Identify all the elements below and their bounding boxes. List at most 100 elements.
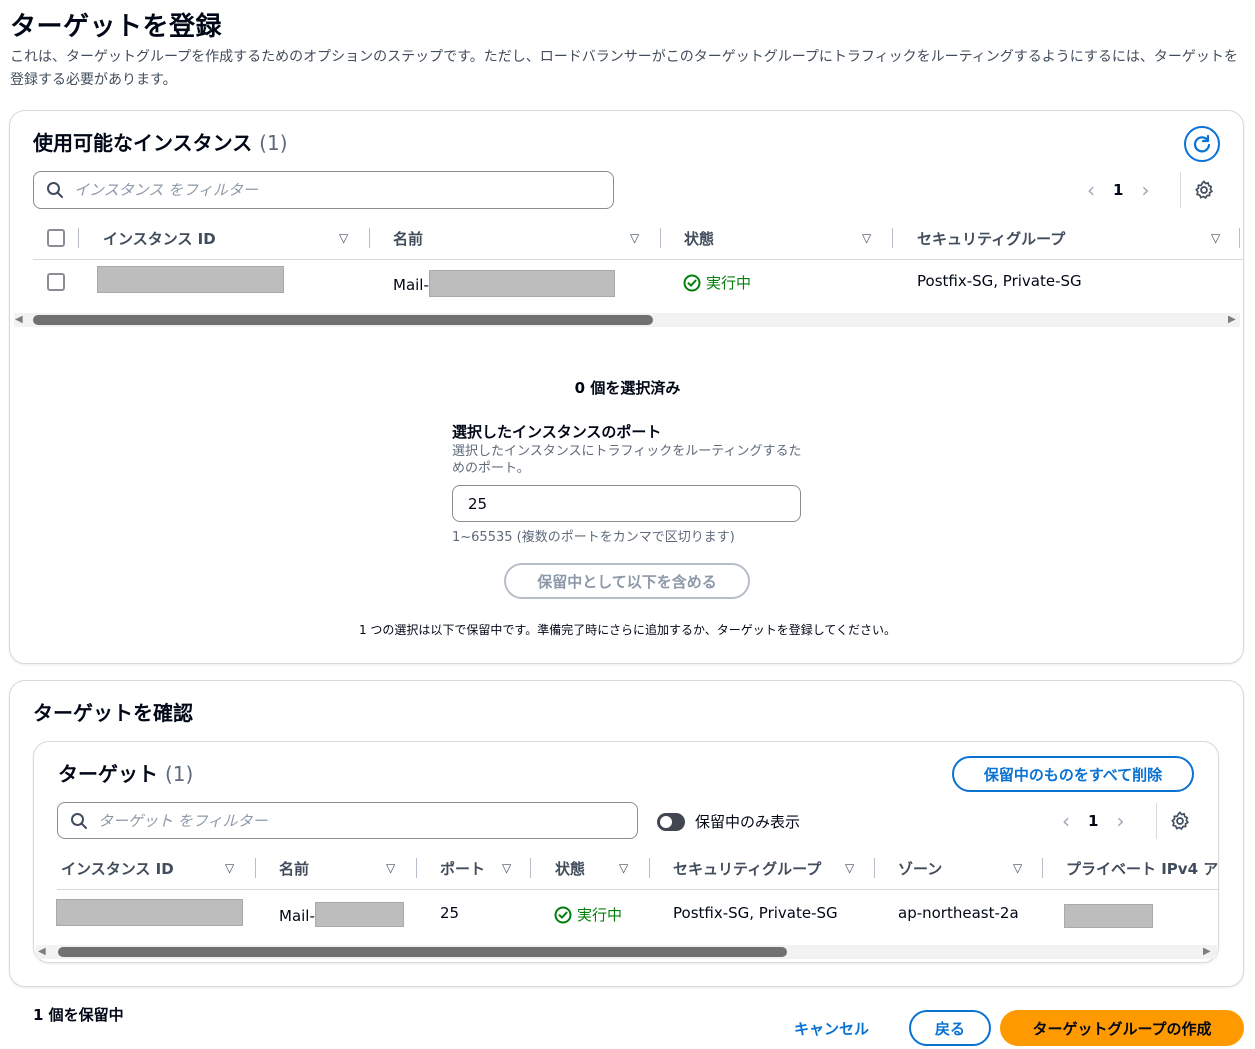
create-target-group-label: ターゲットグループの作成 (1032, 1019, 1212, 1038)
column-divider (892, 228, 893, 248)
sort-icon[interactable]: ▽ (386, 861, 395, 875)
instance-name: Mail- (393, 270, 615, 297)
col-security-groups[interactable]: セキュリティグループ (917, 228, 1065, 249)
col-name[interactable]: 名前 (279, 858, 309, 879)
toggle-switch[interactable] (657, 812, 685, 831)
sort-icon[interactable]: ▽ (1013, 861, 1022, 875)
pending-note: 1 つの選択は以下で保留中です。準備完了時にさらに追加するか、ターゲットを登録し… (358, 623, 897, 637)
horizontal-scrollbar[interactable] (58, 947, 787, 957)
page-number[interactable]: 1 (1113, 181, 1123, 199)
column-divider (660, 228, 661, 248)
target-status-label: 実行中 (577, 906, 623, 924)
refresh-button[interactable] (1184, 126, 1220, 162)
review-targets-heading: ターゲットを確認 (33, 701, 193, 725)
target-name: Mail- (279, 902, 404, 927)
page-description: これは、ターゲットグループを作成するためのオプションのステップです。ただし、ロー… (10, 49, 1238, 88)
scroll-left-icon[interactable]: ◀ (15, 314, 23, 325)
col-zone[interactable]: ゾーン (898, 858, 942, 879)
header-divider (57, 889, 1218, 890)
target-name-prefix: Mail- (279, 906, 315, 925)
available-instances-heading: 使用可能なインスタンス (1) (33, 127, 288, 156)
target-filter-search[interactable] (57, 802, 638, 839)
sort-icon[interactable]: ▽ (1211, 231, 1220, 245)
next-page-icon[interactable]: › (1141, 178, 1149, 202)
target-zone: ap-northeast-2a (898, 904, 1019, 922)
prev-page-icon[interactable]: ‹ (1062, 809, 1070, 833)
instance-filter-search[interactable] (33, 171, 614, 209)
select-all-checkbox[interactable] (47, 229, 65, 247)
col-name[interactable]: 名前 (393, 228, 423, 249)
port-input-box[interactable]: 25 (452, 485, 801, 522)
sort-icon[interactable]: ▽ (619, 861, 628, 875)
sort-icon[interactable]: ▽ (225, 861, 234, 875)
remove-all-pending-label: 保留中のものをすべて削除 (983, 765, 1163, 784)
sort-icon[interactable]: ▽ (502, 861, 511, 875)
check-circle-icon (683, 274, 701, 291)
remove-all-pending-button[interactable]: 保留中のものをすべて削除 (952, 756, 1194, 792)
port-input-value: 25 (468, 494, 488, 513)
col-private-ipv4-label[interactable]: プライベート IPv4 ア (1066, 860, 1218, 878)
pending-only-toggle[interactable]: 保留中のみ表示 (657, 811, 800, 832)
col-security-groups-label: セキュリティグループ (917, 230, 1066, 248)
target-status: 実行中 (554, 904, 622, 925)
column-divider (649, 858, 650, 878)
instance-status-label: 実行中 (706, 274, 752, 292)
check-circle-icon (554, 906, 572, 923)
col-zone-label: ゾーン (898, 860, 943, 878)
col-status[interactable]: 状態 (555, 858, 585, 879)
table-settings-button[interactable] (1193, 179, 1215, 205)
targets-count: (1) (164, 762, 194, 786)
sort-icon[interactable]: ▽ (630, 231, 639, 245)
instance-filter-input[interactable] (74, 181, 585, 199)
include-pending-label: 保留中として以下を含める (537, 572, 717, 591)
col-port[interactable]: ポート (440, 858, 485, 879)
pending-only-label: 保留中のみ表示 (695, 813, 801, 831)
pending-count: 1 個を保留中 (33, 1006, 124, 1024)
instance-name-prefix: Mail- (393, 275, 429, 294)
col-status[interactable]: 状態 (684, 228, 714, 249)
col-security-groups[interactable]: セキュリティグループ (673, 858, 821, 879)
column-divider (416, 858, 417, 878)
horizontal-scrollbar[interactable] (33, 315, 653, 325)
redacted-instance-id (97, 266, 284, 293)
gear-icon (1171, 811, 1189, 830)
cancel-button[interactable]: キャンセル (794, 1018, 869, 1039)
sort-icon[interactable]: ▽ (845, 861, 854, 875)
redacted-instance-name (428, 270, 615, 297)
col-name-label: 名前 (393, 230, 424, 248)
page-number[interactable]: 1 (1088, 812, 1098, 830)
divider (1180, 172, 1181, 208)
col-instance-id-label: インスタンス ID (103, 230, 216, 248)
targets-heading: ターゲット (1) (58, 758, 193, 787)
column-divider (369, 228, 370, 248)
scroll-left-icon[interactable]: ◀ (38, 946, 46, 957)
selected-count: 0 個を選択済み (574, 379, 681, 397)
target-filter-input[interactable] (98, 811, 609, 830)
port-label: 選択したインスタンスのポート (452, 423, 662, 441)
col-instance-id[interactable]: インスタンス ID (61, 858, 174, 879)
prev-page-icon[interactable]: ‹ (1087, 178, 1095, 202)
header-divider (33, 259, 1243, 260)
row-checkbox[interactable] (47, 273, 65, 291)
column-divider (1042, 858, 1043, 878)
col-instance-id[interactable]: インスタンス ID (103, 228, 216, 249)
sort-icon[interactable]: ▽ (862, 231, 871, 245)
column-divider (530, 858, 531, 878)
page-title: ターゲットを登録 (10, 12, 223, 42)
create-target-group-button[interactable]: ターゲットグループの作成 (1000, 1010, 1244, 1046)
scroll-right-icon[interactable]: ▶ (1203, 946, 1211, 957)
port-description: 選択したインスタンスにトラフィックをルーティングするためのポート。 (452, 444, 802, 476)
redacted-instance-id (56, 899, 243, 926)
redacted-target-name (314, 902, 404, 927)
back-button[interactable]: 戻る (909, 1010, 991, 1046)
scroll-right-icon[interactable]: ▶ (1228, 314, 1236, 325)
next-page-icon[interactable]: › (1116, 809, 1124, 833)
include-pending-button[interactable]: 保留中として以下を含める (504, 563, 750, 599)
table-settings-button[interactable] (1169, 810, 1191, 836)
col-security-groups-label: セキュリティグループ (673, 860, 822, 878)
instances-pagination: ‹ 1 › (1087, 178, 1149, 202)
col-status-label: 状態 (555, 860, 586, 878)
sort-icon[interactable]: ▽ (339, 231, 348, 245)
col-instance-id-label: インスタンス ID (61, 860, 174, 878)
back-label: 戻る (934, 1019, 965, 1038)
